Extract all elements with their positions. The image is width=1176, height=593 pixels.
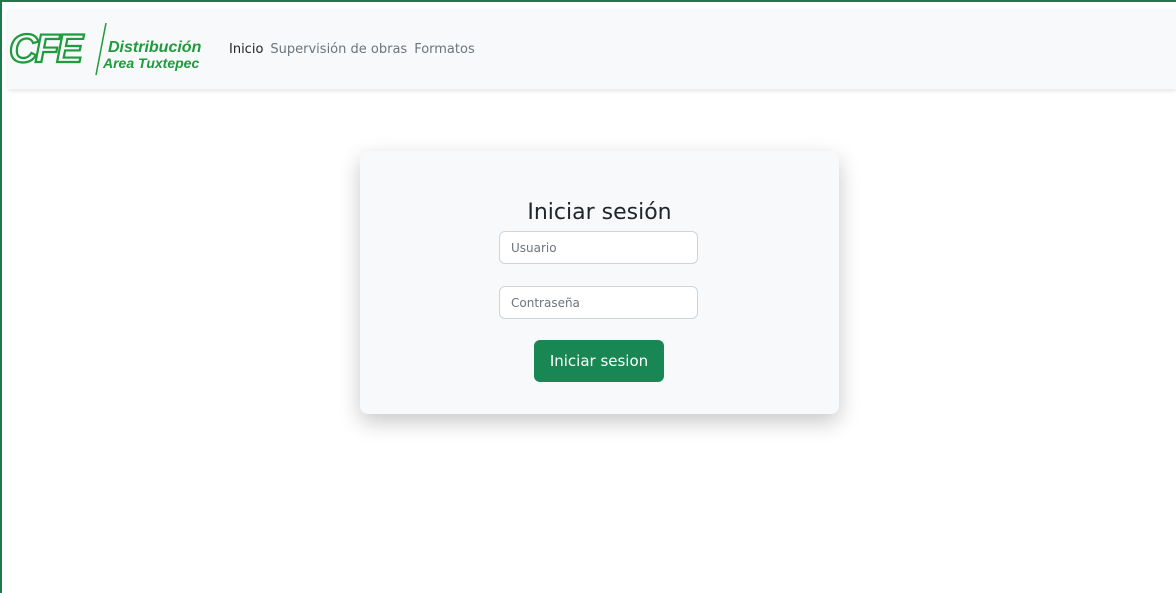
svg-text:Area Tuxtepec: Area Tuxtepec: [102, 55, 199, 71]
login-title: Iniciar sesión: [527, 200, 672, 225]
login-card: Iniciar sesión Iniciar sesion: [360, 151, 839, 414]
login-button[interactable]: Iniciar sesion: [534, 340, 664, 382]
password-input[interactable]: [499, 286, 698, 319]
svg-text:CFE: CFE: [9, 27, 84, 71]
brand-logo[interactable]: CFE Distribución Area Tuxtepec: [8, 21, 218, 77]
nav-links: Inicio Supervisión de obras Formatos: [229, 42, 475, 57]
cfe-logo-icon: CFE Distribución Area Tuxtepec: [8, 22, 202, 76]
nav-link-supervision-de-obras[interactable]: Supervisión de obras: [270, 42, 407, 57]
nav-link-inicio[interactable]: Inicio: [229, 42, 263, 57]
username-input[interactable]: [499, 231, 698, 264]
nav-link-formatos[interactable]: Formatos: [414, 42, 475, 57]
navbar: CFE Distribución Area Tuxtepec Inicio Su…: [8, 9, 1176, 89]
svg-text:Distribución: Distribución: [108, 39, 202, 56]
